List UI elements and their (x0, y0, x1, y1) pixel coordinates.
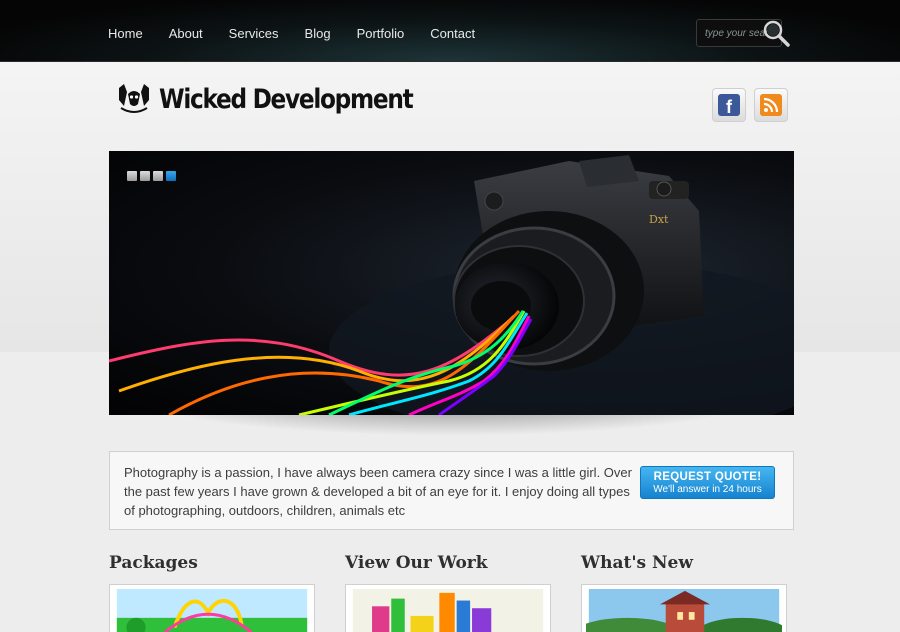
packages-thumbnail[interactable] (109, 584, 315, 632)
site-logo[interactable]: Wicked Development (115, 82, 454, 116)
request-quote-title: REQUEST QUOTE! (653, 471, 762, 483)
nav-services[interactable]: Services (229, 26, 279, 41)
slider-dot[interactable] (153, 171, 163, 181)
nav-home[interactable]: Home (108, 26, 143, 41)
logo-text: Wicked Development (159, 83, 414, 115)
nav-about[interactable]: About (169, 26, 203, 41)
work-thumbnail[interactable] (345, 584, 551, 632)
nav-blog[interactable]: Blog (305, 26, 331, 41)
request-quote-subtitle: We'll answer in 24 hours (653, 484, 762, 495)
request-quote-button[interactable]: REQUEST QUOTE! We'll answer in 24 hours (640, 466, 775, 499)
camera-image: Dxt (109, 155, 794, 415)
rss-button[interactable] (754, 88, 788, 122)
svg-text:Dxt: Dxt (649, 213, 669, 226)
whats-new-heading: What's New (581, 553, 694, 573)
news-image (571, 589, 790, 632)
intro-box: Photography is a passion, I have always … (109, 451, 794, 530)
packages-image (116, 589, 308, 632)
hero-slider[interactable]: Dxt (109, 151, 794, 415)
facebook-button[interactable]: f (712, 88, 746, 122)
intro-text: Photography is a passion, I have always … (124, 465, 632, 518)
main-nav: Home About Services Blog Portfolio Conta… (108, 26, 501, 41)
nav-portfolio[interactable]: Portfolio (357, 26, 405, 41)
nav-contact[interactable]: Contact (430, 26, 475, 41)
view-our-work-heading: View Our Work (345, 553, 488, 573)
slider-dot[interactable] (140, 171, 150, 181)
slider-dot[interactable] (127, 171, 137, 181)
slider-pagination (127, 171, 176, 181)
news-thumbnail[interactable] (571, 584, 790, 632)
slider-dot-active[interactable] (166, 171, 176, 181)
facebook-icon: f (718, 94, 740, 116)
packages-heading: Packages (109, 553, 198, 573)
logo-mark-icon (119, 84, 149, 113)
search-icon[interactable] (760, 17, 792, 49)
rss-icon (760, 94, 782, 116)
work-image (352, 589, 544, 632)
top-nav-bar: Home About Services Blog Portfolio Conta… (0, 0, 900, 62)
search-input[interactable] (697, 20, 767, 46)
